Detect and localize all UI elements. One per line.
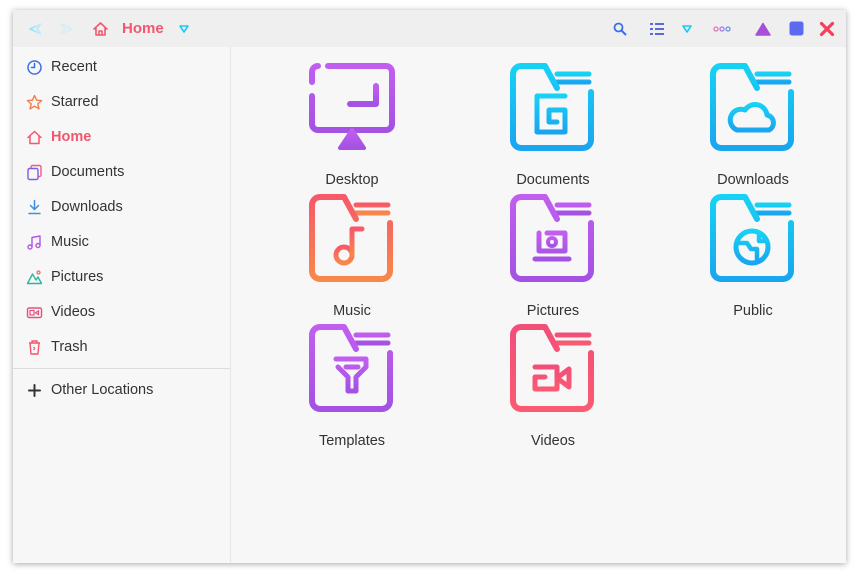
file-manager-window: Home Recent Starred Home Documents Downl… xyxy=(13,10,846,563)
sidebar-item-documents[interactable]: Documents xyxy=(13,155,230,190)
chevron-down-icon xyxy=(682,24,692,33)
forward-arrow-icon xyxy=(60,22,73,35)
sidebar-item-label: Pictures xyxy=(51,269,104,285)
home-crumb-button[interactable] xyxy=(90,10,110,47)
folder-videos[interactable]: Videos xyxy=(483,323,623,453)
sidebar-item-label: Recent xyxy=(51,59,97,75)
sidebar-item-label: Videos xyxy=(51,304,96,320)
location-dropdown-button[interactable] xyxy=(175,10,193,47)
pictures-folder-icon xyxy=(510,194,594,282)
star-icon xyxy=(26,94,43,110)
home-icon xyxy=(92,21,108,36)
pictures-icon xyxy=(26,270,43,285)
sidebar-item-pictures[interactable]: Pictures xyxy=(13,260,230,295)
video-icon xyxy=(26,307,43,319)
folder-downloads[interactable]: Downloads xyxy=(683,62,823,192)
clock-icon xyxy=(27,60,42,75)
folder-label: Templates xyxy=(318,433,386,449)
folder-label: Documents xyxy=(516,172,590,188)
sidebar-item-label: Downloads xyxy=(51,199,123,215)
folder-label: Desktop xyxy=(325,172,379,188)
minimize-icon xyxy=(755,22,771,36)
header-bar: Home xyxy=(13,10,846,47)
sidebar-item-other-locations[interactable]: Other Locations xyxy=(13,373,230,408)
forward-button[interactable] xyxy=(57,10,77,47)
sidebar: Recent Starred Home Documents Downloads … xyxy=(13,47,231,563)
desktop-icon xyxy=(309,63,395,150)
download-icon xyxy=(28,199,41,215)
folder-music[interactable]: Music xyxy=(282,193,422,323)
downloads-folder-icon xyxy=(710,63,794,151)
folder-templates[interactable]: Templates xyxy=(282,323,422,453)
sidebar-separator xyxy=(13,368,230,369)
folder-pictures[interactable]: Pictures xyxy=(483,193,623,323)
sidebar-item-home[interactable]: Home xyxy=(13,120,230,155)
folder-desktop[interactable]: Desktop xyxy=(282,62,422,192)
folder-label: Downloads xyxy=(717,172,789,188)
sidebar-item-label: Other Locations xyxy=(51,382,154,398)
sidebar-item-label: Documents xyxy=(51,164,125,180)
sidebar-item-label: Trash xyxy=(51,339,88,355)
menu-button[interactable] xyxy=(710,10,734,47)
trash-icon xyxy=(29,340,40,355)
documents-icon xyxy=(27,164,42,181)
sidebar-item-trash[interactable]: Trash xyxy=(13,330,230,365)
music-icon xyxy=(27,235,41,250)
sidebar-item-music[interactable]: Music xyxy=(13,225,230,260)
folder-grid: Desktop Documents Downloads Music Pictur… xyxy=(231,47,846,563)
search-icon xyxy=(613,22,627,35)
view-options-dropdown[interactable] xyxy=(678,10,696,47)
videos-folder-icon xyxy=(510,324,594,412)
folder-documents[interactable]: Documents xyxy=(483,62,623,192)
folder-public[interactable]: Public xyxy=(683,193,823,323)
music-folder-icon xyxy=(309,194,393,282)
folder-label: Music xyxy=(333,303,371,319)
sidebar-item-downloads[interactable]: Downloads xyxy=(13,190,230,225)
search-button[interactable] xyxy=(610,10,630,47)
home-icon xyxy=(27,130,42,145)
list-view-icon xyxy=(650,22,664,35)
folder-label: Videos xyxy=(530,433,576,449)
close-button[interactable] xyxy=(817,10,837,47)
back-arrow-icon xyxy=(29,22,42,35)
location-label[interactable]: Home xyxy=(122,10,164,47)
documents-folder-icon xyxy=(510,63,594,151)
plus-icon xyxy=(28,384,41,397)
folder-label: Public xyxy=(733,303,773,319)
templates-folder-icon xyxy=(309,324,393,412)
minimize-button[interactable] xyxy=(753,10,773,47)
sidebar-item-label: Home xyxy=(51,129,92,145)
sidebar-item-videos[interactable]: Videos xyxy=(13,295,230,330)
close-icon xyxy=(819,21,835,36)
sidebar-item-label: Starred xyxy=(51,94,99,110)
maximize-icon xyxy=(789,21,803,36)
view-toggle-button[interactable] xyxy=(647,10,667,47)
sidebar-item-starred[interactable]: Starred xyxy=(13,85,230,120)
sidebar-item-recent[interactable]: Recent xyxy=(13,50,230,85)
sidebar-item-label: Music xyxy=(51,234,89,250)
maximize-button[interactable] xyxy=(786,10,806,47)
folder-label: Pictures xyxy=(526,303,580,319)
back-button[interactable] xyxy=(25,10,45,47)
public-folder-icon xyxy=(710,194,794,282)
more-icon xyxy=(713,25,731,32)
chevron-down-icon xyxy=(179,24,189,33)
